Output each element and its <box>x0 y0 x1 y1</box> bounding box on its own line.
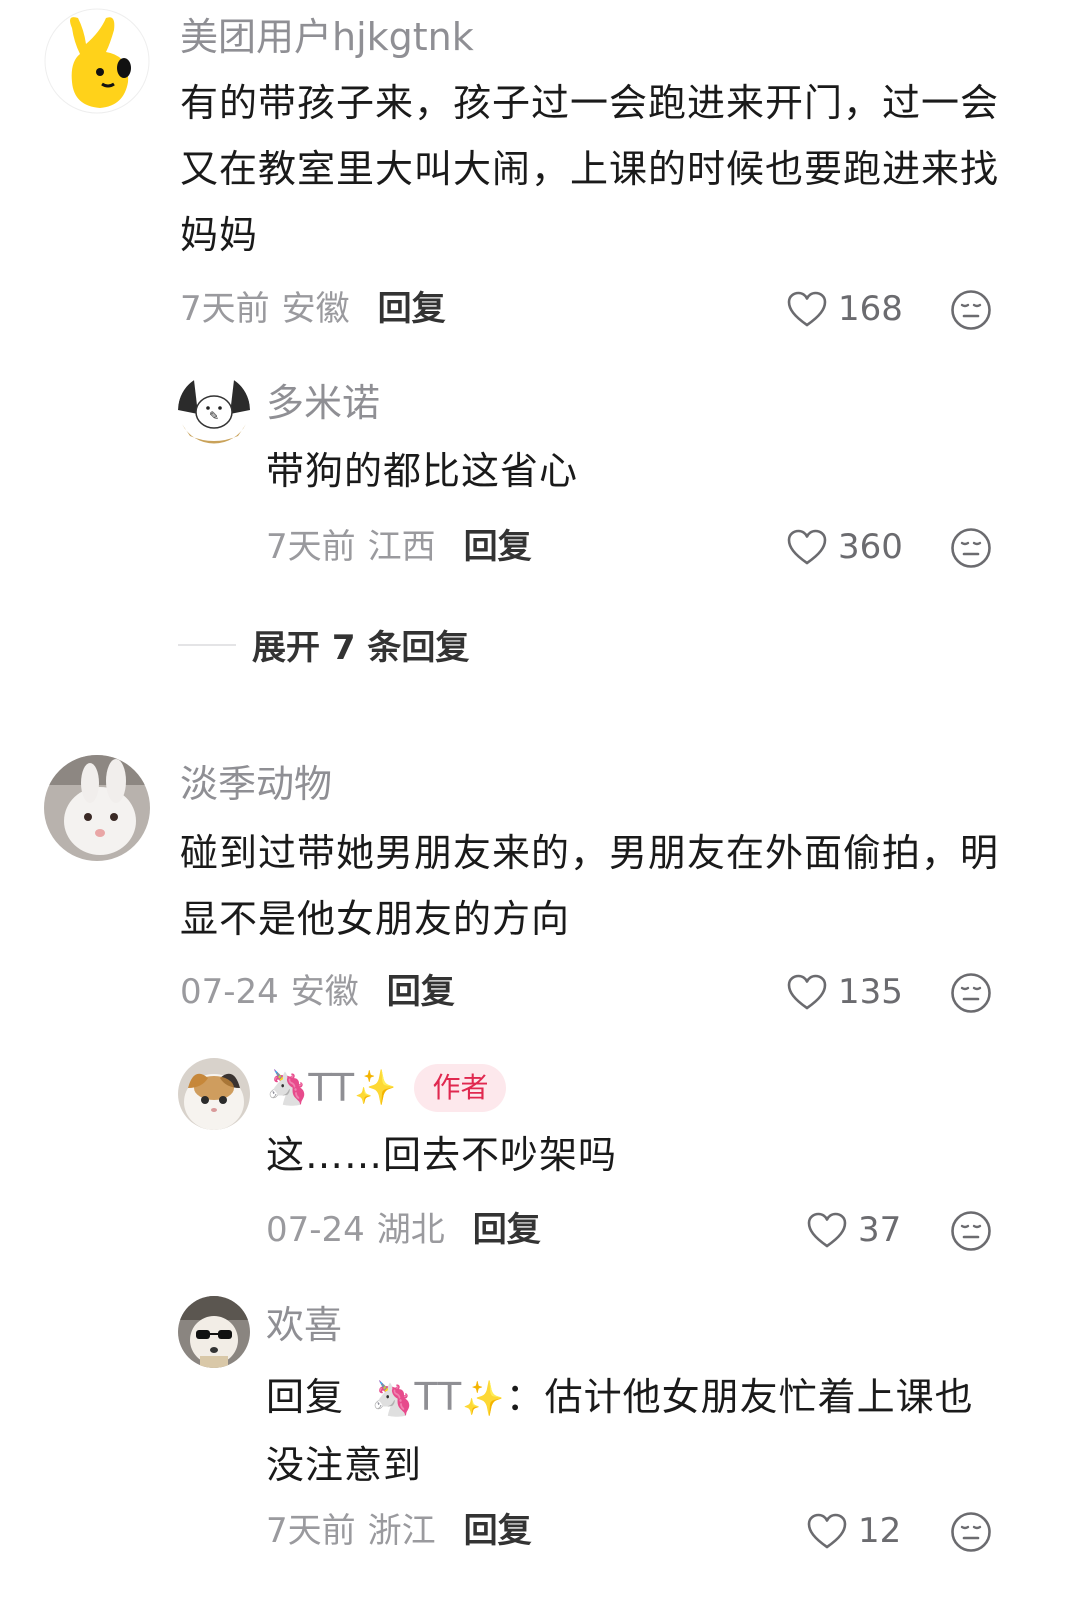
unicorn-emoji: 🦄 <box>371 1379 415 1419</box>
meh-face-icon <box>951 973 991 1013</box>
avatar-cat-image <box>178 1058 250 1130</box>
dislike-button[interactable] <box>950 1511 992 1553</box>
reply-content[interactable]: 这……回去不吵架吗 <box>266 1122 1006 1188</box>
dislike-button[interactable] <box>950 1210 992 1252</box>
reply-username[interactable]: 欢喜 <box>266 1306 342 1344</box>
reply-meta: 7天前 浙江 回复 <box>266 1514 532 1548</box>
meh-face-icon <box>951 1211 991 1251</box>
comment-username[interactable]: 淡季动物 <box>180 765 332 803</box>
dislike-button[interactable] <box>950 972 992 1014</box>
like-button[interactable]: 37 <box>806 1211 901 1249</box>
author-badge: 作者 <box>414 1064 507 1112</box>
mention-user[interactable]: 🦄TT✨ <box>371 1375 505 1419</box>
comment-meta: 07-24 安徽 回复 <box>180 975 455 1009</box>
sparkles-emoji: ✨ <box>462 1379 506 1419</box>
reply-meta: 07-24 湖北 回复 <box>266 1213 541 1247</box>
sparkles-emoji: ✨ <box>354 1068 397 1108</box>
reply-username[interactable]: 🦄 TT ✨ 作者 <box>266 1064 507 1112</box>
mention-name: TT <box>414 1375 463 1419</box>
comment-location: 安徽 <box>290 972 359 1012</box>
unicorn-emoji: 🦄 <box>266 1068 309 1108</box>
reply-username-text: TT <box>308 1066 355 1110</box>
avatar[interactable] <box>44 755 150 861</box>
like-count: 37 <box>858 1210 902 1250</box>
mention-colon: ： <box>505 1375 545 1419</box>
like-count: 12 <box>858 1511 902 1551</box>
comment-item: 淡季动物 碰到过带她男朋友来的，男朋友在外面偷拍，明显不是他女朋友的方向 07-… <box>0 0 1079 1606</box>
avatar[interactable] <box>178 1058 250 1130</box>
reply-location: 浙江 <box>367 1511 436 1551</box>
reply-button[interactable]: 回复 <box>387 975 455 1009</box>
avatar-white-rabbit-image <box>44 755 150 861</box>
reply-content[interactable]: 回复 🦄TT✨：估计他女朋友忙着上课也没注意到 <box>266 1364 1011 1498</box>
reply-prefix: 回复 <box>266 1375 345 1419</box>
like-button[interactable]: 12 <box>806 1512 901 1550</box>
reply-time: 7天前 <box>266 1511 356 1551</box>
meh-face-icon <box>951 1512 991 1552</box>
heart-outline-icon <box>807 1212 847 1248</box>
reply-time: 07-24 <box>266 1210 365 1250</box>
avatar[interactable] <box>178 1296 250 1368</box>
heart-outline-icon <box>787 974 827 1010</box>
heart-outline-icon <box>807 1513 847 1549</box>
comment-time: 07-24 <box>180 972 279 1012</box>
reply-location: 湖北 <box>376 1210 445 1250</box>
reply-button[interactable]: 回复 <box>464 1514 532 1548</box>
comment-content[interactable]: 碰到过带她男朋友来的，男朋友在外面偷拍，明显不是他女朋友的方向 <box>180 820 1010 952</box>
reply-button[interactable]: 回复 <box>473 1213 541 1247</box>
avatar-dog-sunglasses-image <box>178 1296 250 1368</box>
like-button[interactable]: 135 <box>786 973 903 1011</box>
like-count: 135 <box>838 972 903 1012</box>
